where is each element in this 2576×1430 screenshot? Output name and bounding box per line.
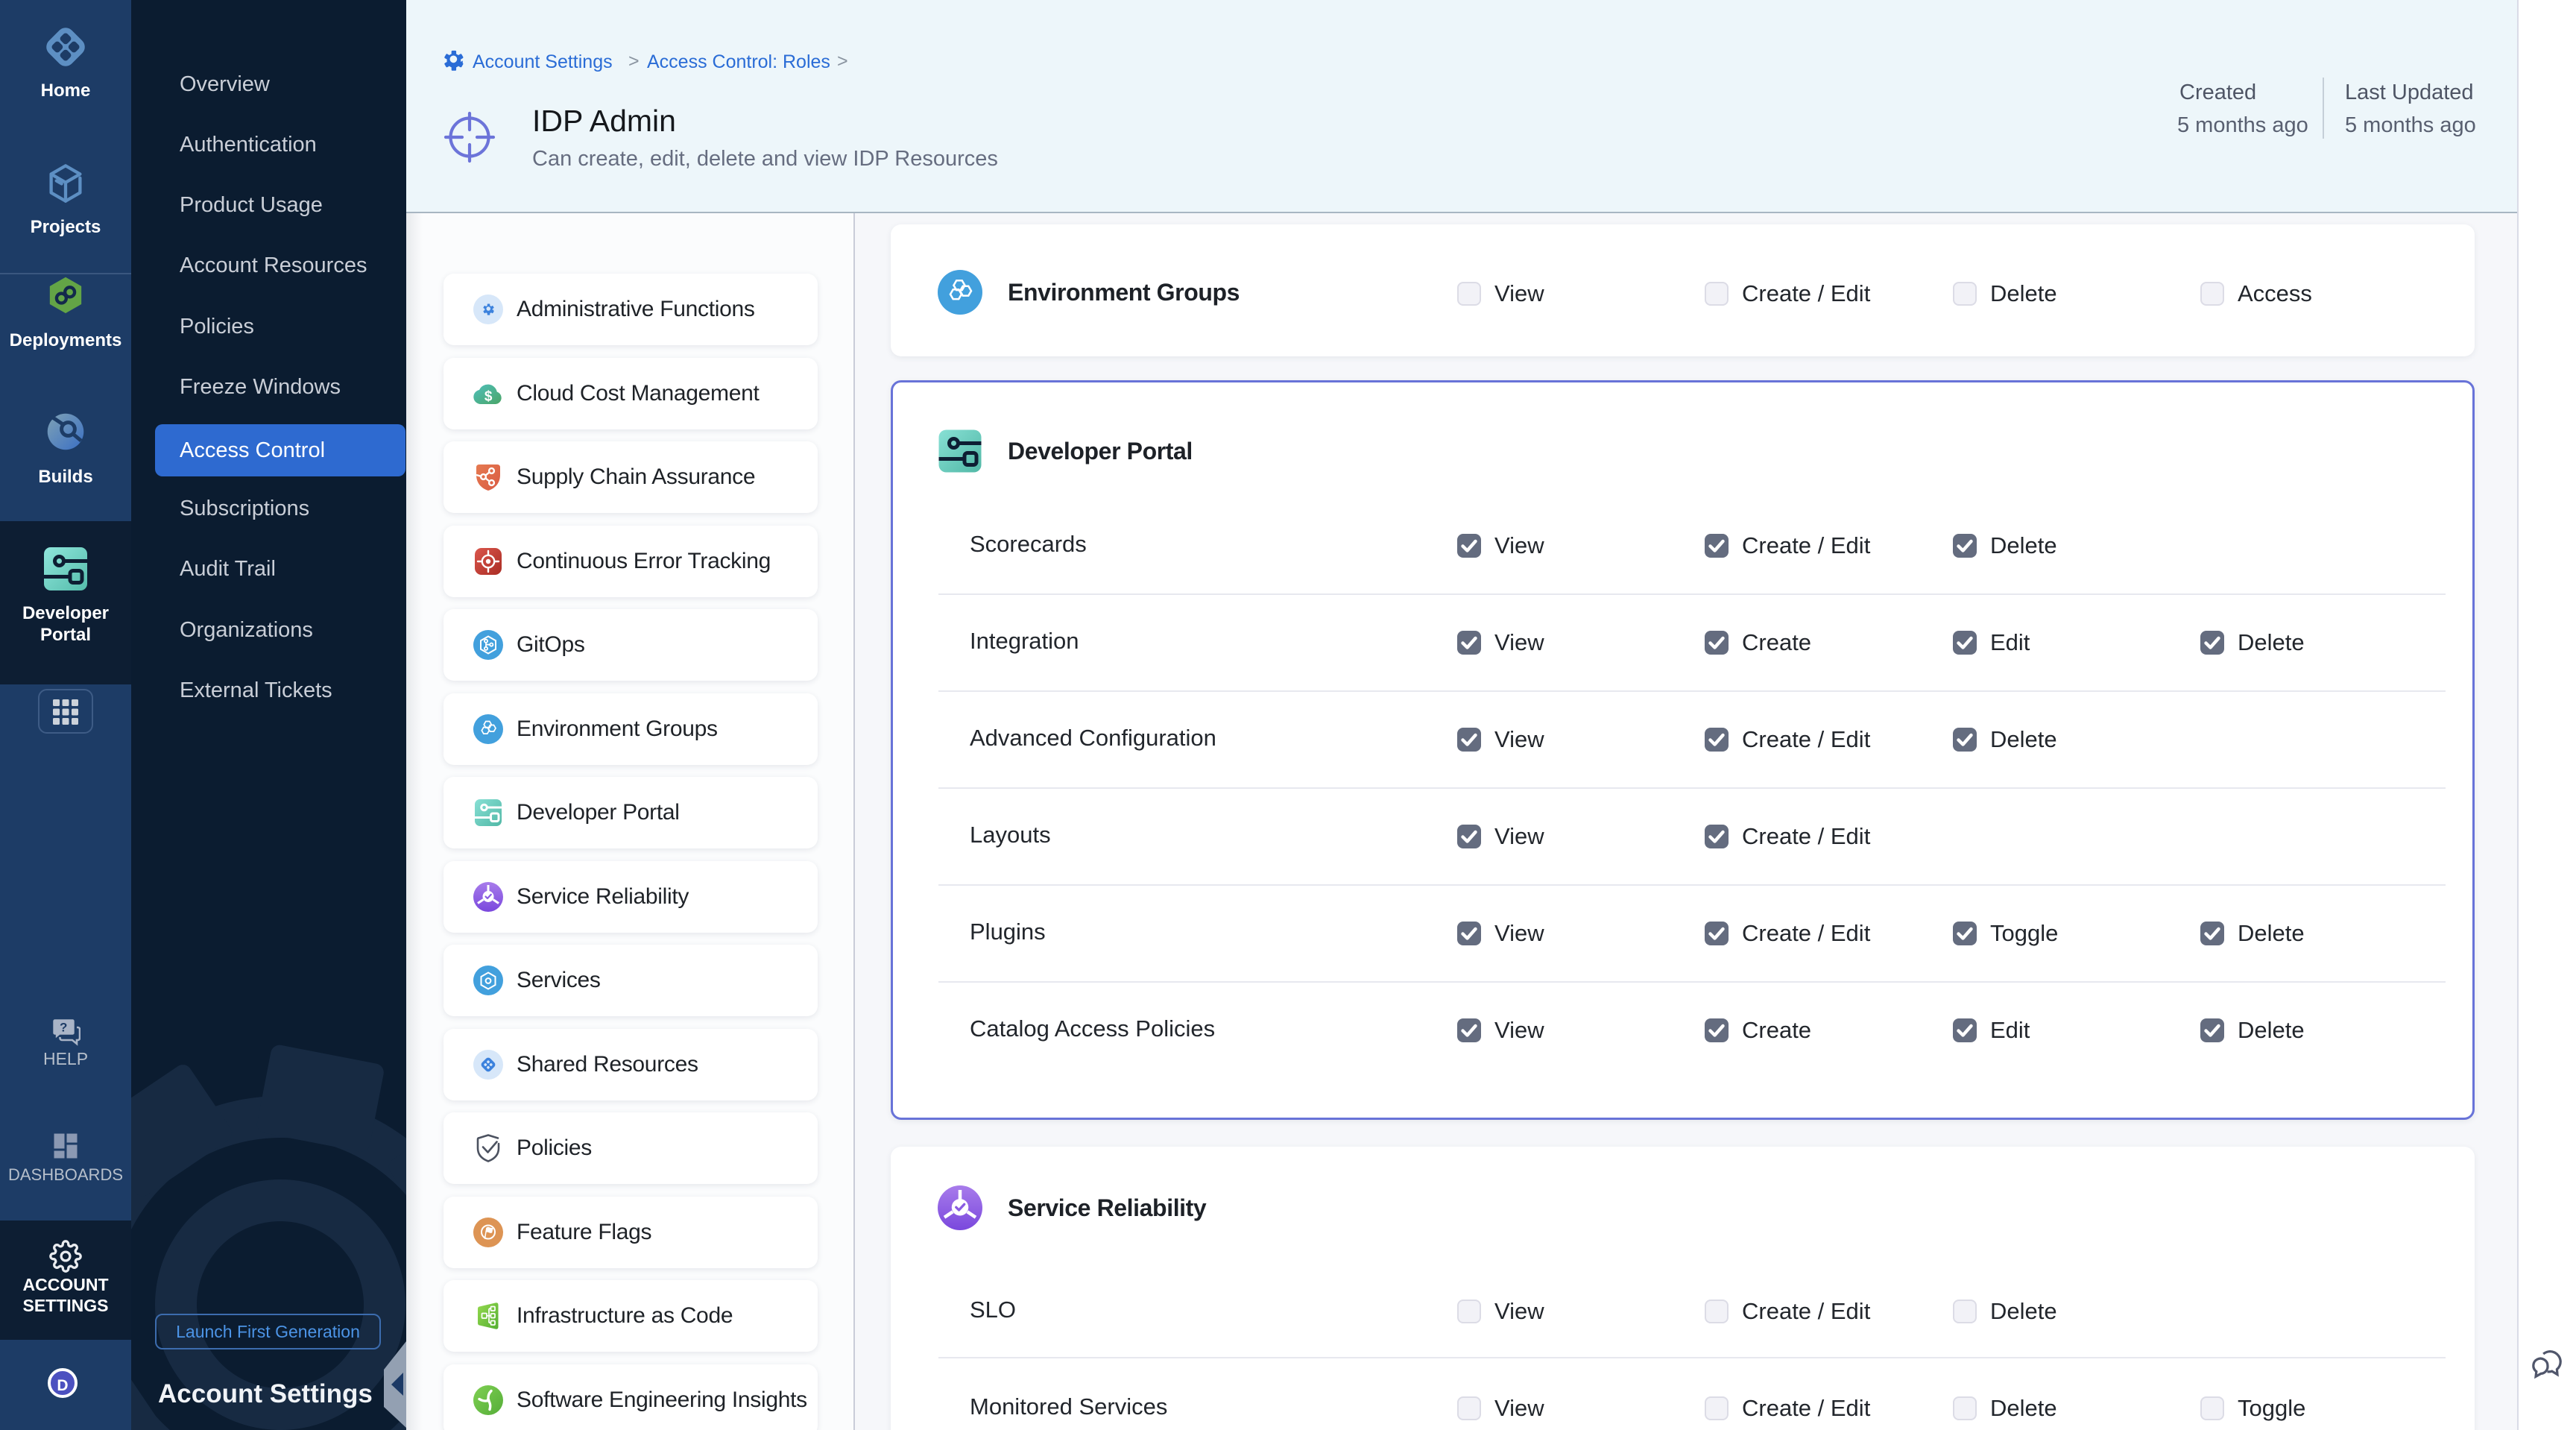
svg-text:?: ?	[60, 1021, 67, 1035]
svg-text:$: $	[484, 389, 493, 405]
